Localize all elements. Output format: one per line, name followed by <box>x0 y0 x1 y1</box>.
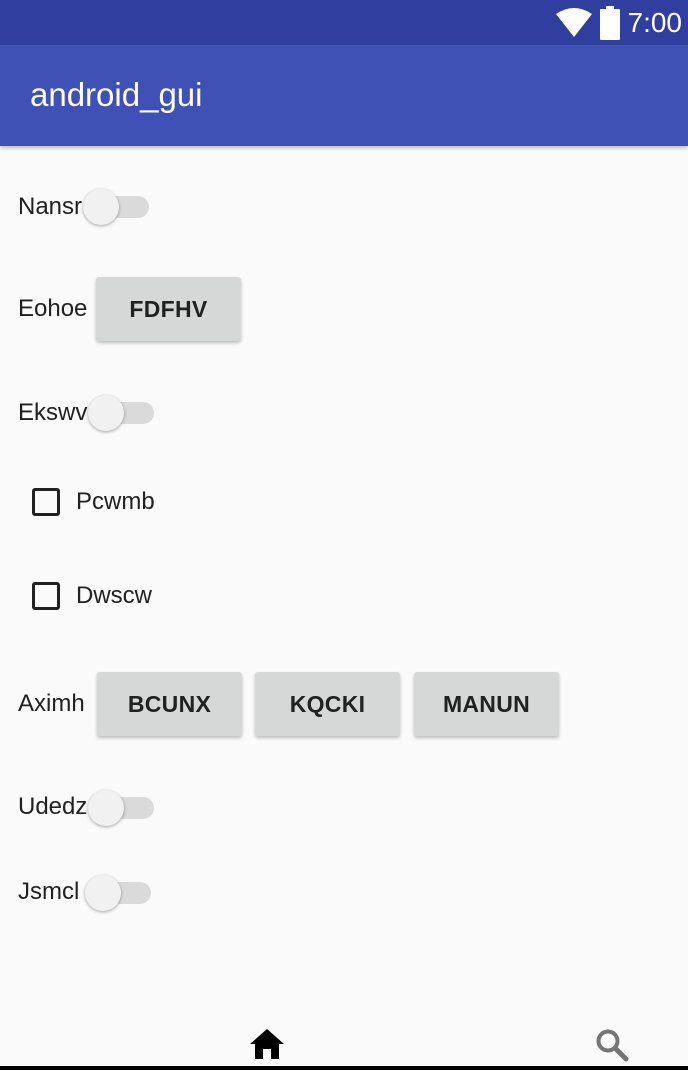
home-icon[interactable] <box>249 1028 285 1060</box>
bottom-navigation <box>0 1008 688 1070</box>
label-udedz: Udedz <box>18 793 88 820</box>
switch-thumb <box>88 395 124 431</box>
switch-jsmcl[interactable] <box>85 873 155 913</box>
app-bar: android_gui <box>0 45 688 146</box>
switch-udedz[interactable] <box>88 788 158 828</box>
label-ekswv: Ekswv <box>18 399 88 426</box>
switch-thumb <box>85 875 121 911</box>
kqcki-button[interactable]: KQCKI <box>255 672 400 736</box>
wifi-icon <box>555 7 592 37</box>
status-time: 7:00 <box>627 6 683 38</box>
manun-button[interactable]: MANUN <box>414 672 559 736</box>
label-aximh: Aximh <box>18 690 85 717</box>
fdfhv-button[interactable]: FDFHV <box>96 277 241 341</box>
search-icon[interactable] <box>595 1028 629 1062</box>
system-nav-bar <box>0 1066 688 1070</box>
label-eohoe: Eohoe <box>18 295 88 322</box>
battery-icon <box>599 5 620 40</box>
status-icons: 7:00 <box>555 0 683 45</box>
label-jsmcl: Jsmcl <box>18 878 80 905</box>
bcunx-button[interactable]: BCUNX <box>97 672 242 736</box>
status-bar: 7:00 <box>0 0 688 45</box>
switch-nansr[interactable] <box>83 187 153 227</box>
label-dwscw[interactable]: Dwscw <box>76 581 152 611</box>
label-pcwmb[interactable]: Pcwmb <box>76 487 155 517</box>
checkbox-dwscw[interactable] <box>32 582 60 610</box>
switch-thumb <box>88 790 124 826</box>
switch-ekswv[interactable] <box>88 393 158 433</box>
app-title: android_gui <box>30 76 203 113</box>
checkbox-pcwmb[interactable] <box>32 488 60 516</box>
switch-thumb <box>83 189 119 225</box>
label-nansr: Nansr <box>18 193 83 220</box>
